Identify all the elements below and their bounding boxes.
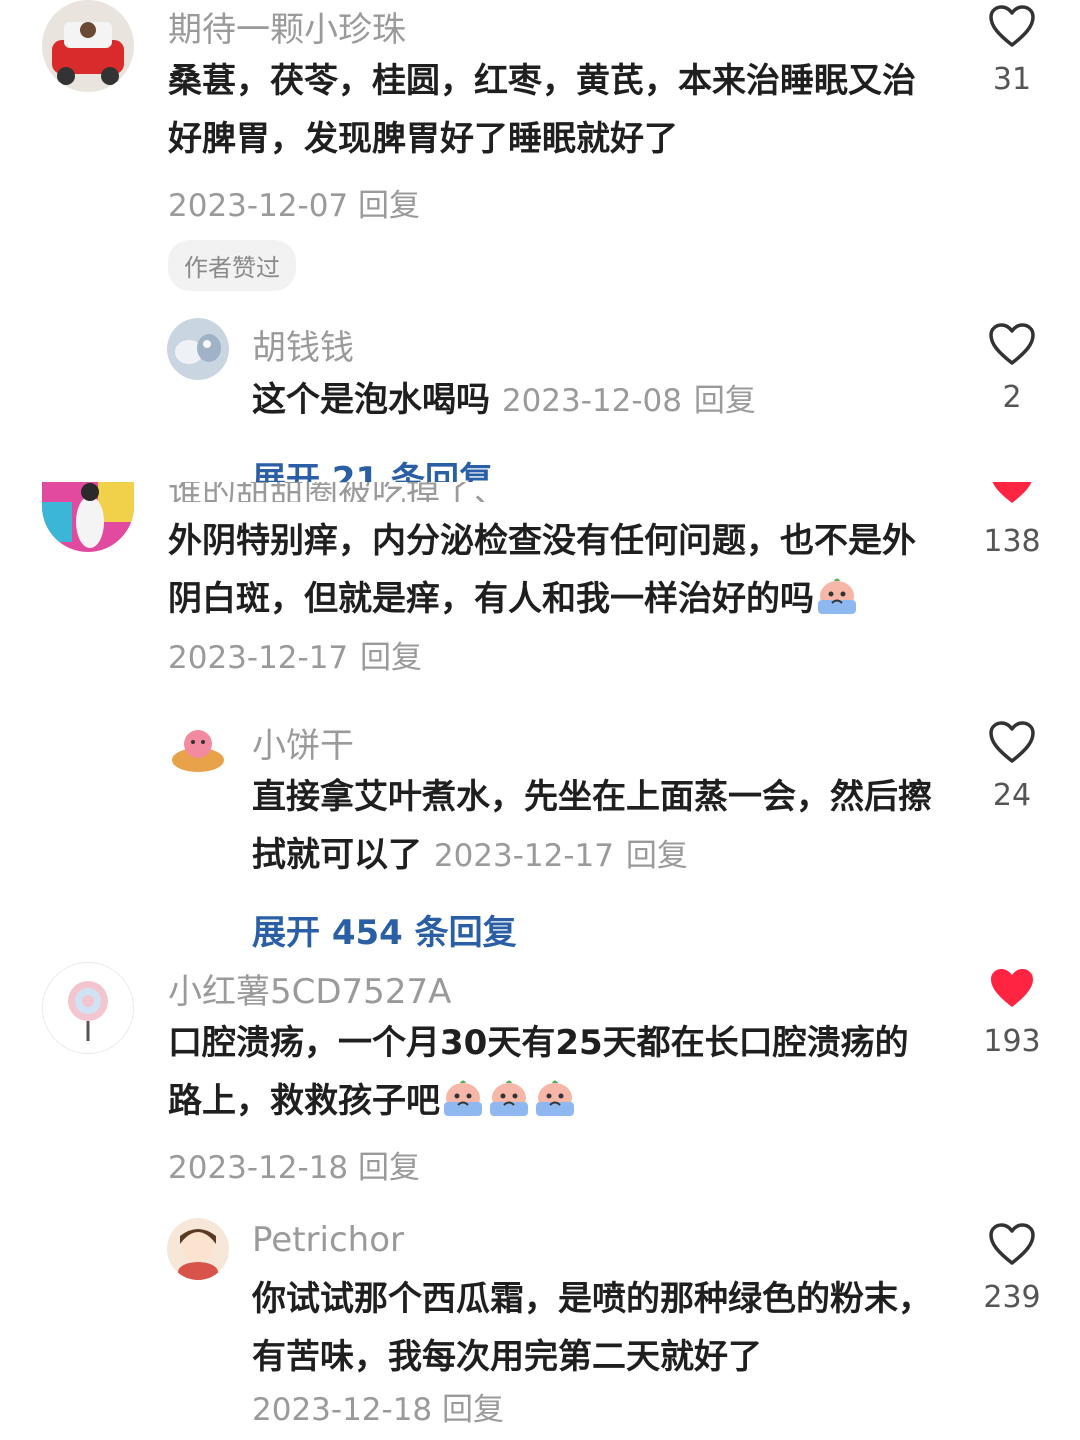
avatar[interactable] — [167, 716, 229, 778]
comment-meta: 2023-12-07 回复 — [168, 180, 420, 225]
comment-content: 外阴特别痒，内分泌检查没有任何问题，也不是外阴白斑，但就是痒，有人和我一样治好的… — [168, 521, 916, 619]
heart-outline-icon[interactable] — [988, 4, 1036, 48]
avatar[interactable] — [42, 482, 134, 552]
crying-face-emoji — [444, 1080, 482, 1116]
avatar[interactable] — [167, 318, 229, 380]
like-count: 31 — [992, 62, 1032, 97]
comment-date: 2023-12-07 — [168, 188, 349, 224]
comment-meta: 2023-12-18 回复 — [168, 1142, 420, 1187]
reply-button[interactable]: 回复 — [442, 1392, 504, 1428]
crying-face-emoji — [490, 1080, 528, 1116]
reply-text: 你试试那个西瓜霜，是喷的那种绿色的粉末，有苦味，我每次用完第二天就好了 — [252, 1279, 932, 1377]
reply-date: 2023-12-08 — [501, 383, 683, 419]
reply-meta: 2023-12-18 回复 — [252, 1384, 504, 1429]
comment-text: 口腔溃疡，一个月30天有25天都在长口腔溃疡的路上，救救孩子吧 — [168, 1014, 928, 1130]
reply-button[interactable]: 回复 — [626, 838, 688, 874]
reply-text: 这个是泡水喝吗 2023-12-08 回复 — [252, 371, 932, 430]
reply-username[interactable]: 小饼干 — [252, 718, 354, 767]
reply-username[interactable]: 胡钱钱 — [252, 320, 354, 369]
like-count: 193 — [983, 1024, 1041, 1059]
reply-button[interactable]: 回复 — [358, 1150, 420, 1186]
like-count: 239 — [983, 1280, 1041, 1315]
reply-button[interactable]: 回复 — [358, 188, 420, 224]
expand-replies-container: 展开 21 条回复 — [252, 450, 552, 482]
like-button[interactable]: 24 — [967, 720, 1057, 813]
comment-date: 2023-12-17 — [168, 640, 349, 676]
like-count: 24 — [992, 778, 1032, 813]
heart-filled-icon[interactable] — [988, 966, 1036, 1010]
crying-face-emoji — [818, 578, 856, 614]
like-button[interactable]: 193 — [967, 966, 1057, 1059]
avatar[interactable] — [167, 1218, 229, 1280]
expand-replies-link[interactable]: 展开 454 条回复 — [252, 905, 517, 954]
like-button[interactable]: 2 — [967, 322, 1057, 415]
comment-username[interactable]: 小红薯5CD7527A — [168, 964, 451, 1013]
comment-username[interactable]: 谁的甜甜圈被吃掉了、 — [168, 482, 688, 502]
reply-date: 2023-12-18 — [252, 1392, 433, 1428]
like-button[interactable]: 138 — [967, 482, 1057, 582]
avatar[interactable] — [42, 962, 134, 1054]
reply-text: 直接拿艾叶煮水，先坐在上面蒸一会，然后擦拭就可以了 2023-12-17 回复 — [252, 768, 932, 885]
reply-button[interactable]: 回复 — [694, 383, 756, 419]
crying-face-emoji — [536, 1080, 574, 1116]
comment-date: 2023-12-18 — [168, 1150, 349, 1186]
reply-content: 这个是泡水喝吗 — [252, 380, 490, 420]
like-count: 2 — [1002, 380, 1022, 415]
heart-outline-icon[interactable] — [988, 1222, 1036, 1266]
heart-outline-icon[interactable] — [988, 322, 1036, 366]
reply-username[interactable]: Petrichor — [252, 1220, 404, 1260]
comment-username[interactable]: 期待一颗小珍珠 — [168, 2, 406, 51]
heart-filled-icon[interactable] — [988, 482, 1036, 506]
like-button[interactable]: 31 — [967, 4, 1057, 97]
author-liked-badge: 作者赞过 — [168, 240, 296, 291]
like-count: 138 — [983, 524, 1041, 559]
reply-date: 2023-12-17 — [433, 838, 615, 874]
avatar[interactable] — [42, 0, 134, 92]
comment-username-clip: 谁的甜甜圈被吃掉了、 — [168, 482, 688, 502]
heart-outline-icon[interactable] — [988, 720, 1036, 764]
reply-button[interactable]: 回复 — [360, 640, 422, 676]
like-button[interactable]: 239 — [967, 1222, 1057, 1315]
expand-replies-link[interactable]: 展开 21 条回复 — [252, 452, 552, 482]
comment-text: 桑葚，茯苓，桂圆，红枣，黄芪，本来治睡眠又治好脾胃，发现脾胃好了睡眠就好了 — [168, 61, 916, 159]
comment-text: 外阴特别痒，内分泌检查没有任何问题，也不是外阴白斑，但就是痒，有人和我一样治好的… — [168, 512, 928, 687]
